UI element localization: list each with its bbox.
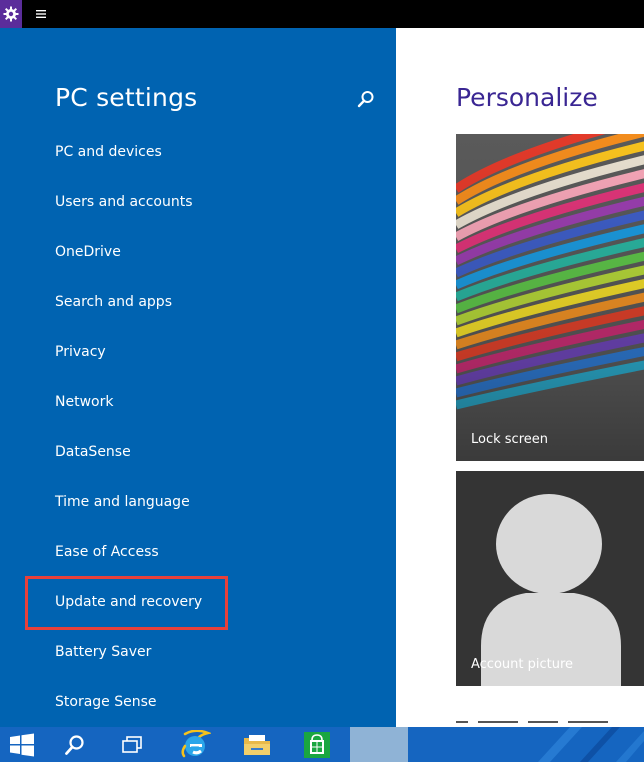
account-picture-tile[interactable]: Account picture xyxy=(456,471,644,686)
taskbar xyxy=(0,727,644,762)
task-view-icon xyxy=(122,735,142,753)
store-button[interactable] xyxy=(292,727,342,762)
lock-screen-image xyxy=(456,134,644,461)
lock-screen-label: Lock screen xyxy=(471,432,548,447)
nav-item-time-and-language[interactable]: Time and language xyxy=(55,494,190,510)
file-explorer-icon xyxy=(244,734,270,755)
nav-item-privacy[interactable]: Privacy xyxy=(55,344,106,360)
section-title: Personalize xyxy=(456,83,598,112)
nav-item-storage-sense[interactable]: Storage Sense xyxy=(55,694,157,710)
gear-icon[interactable] xyxy=(0,0,22,28)
taskbar-search-button[interactable] xyxy=(52,727,98,762)
page-title: PC settings xyxy=(55,83,198,112)
account-picture-label: Account picture xyxy=(471,657,574,672)
windows-logo-icon xyxy=(10,733,34,756)
settings-nav-pane: PC settings PC and devices Users and acc… xyxy=(0,28,396,727)
start-button[interactable] xyxy=(0,727,44,762)
search-icon xyxy=(65,734,84,755)
nav-item-update-and-recovery[interactable]: Update and recovery xyxy=(55,594,202,610)
search-icon[interactable] xyxy=(357,90,375,108)
title-bar xyxy=(0,0,644,28)
nav-item-users-and-accounts[interactable]: Users and accounts xyxy=(55,194,193,210)
lock-screen-tile[interactable]: Lock screen xyxy=(456,134,644,461)
nav-item-datasense[interactable]: DataSense xyxy=(55,444,131,460)
cut-off-text-fragment xyxy=(456,721,608,723)
nav-item-network[interactable]: Network xyxy=(55,394,113,410)
task-view-button[interactable] xyxy=(110,727,156,762)
hamburger-menu-icon[interactable] xyxy=(35,8,47,20)
store-icon xyxy=(304,731,330,758)
nav-item-onedrive[interactable]: OneDrive xyxy=(55,244,121,260)
nav-item-pc-and-devices[interactable]: PC and devices xyxy=(55,144,162,160)
personalize-pane: Personalize Lock screen Account picture xyxy=(396,28,644,727)
nav-item-search-and-apps[interactable]: Search and apps xyxy=(55,294,172,310)
active-app-button[interactable] xyxy=(350,727,408,762)
account-picture-avatar xyxy=(456,471,644,686)
nav-item-ease-of-access[interactable]: Ease of Access xyxy=(55,544,159,560)
file-explorer-button[interactable] xyxy=(232,727,282,762)
nav-item-battery-saver[interactable]: Battery Saver xyxy=(55,644,151,660)
taskbar-background-pattern xyxy=(538,727,644,762)
internet-explorer-button[interactable] xyxy=(170,727,220,762)
internet-explorer-icon xyxy=(181,729,211,757)
